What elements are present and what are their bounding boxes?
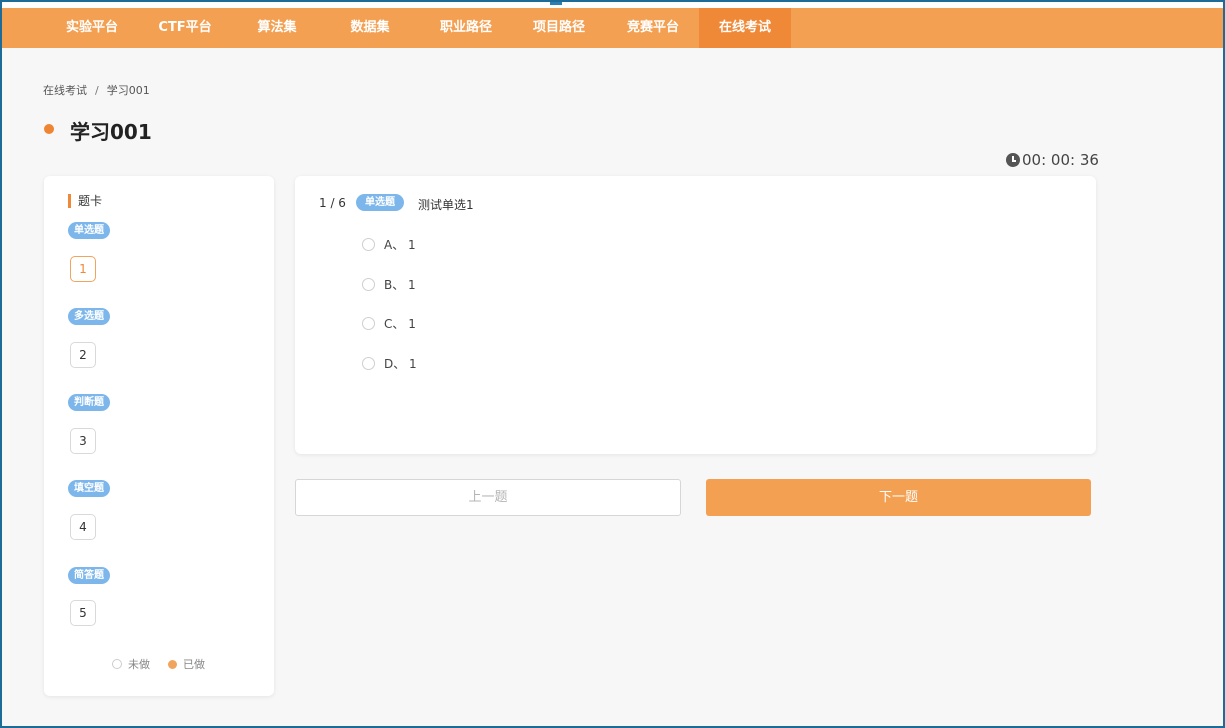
option-label: D、 1 [384,357,417,371]
top-strip-accent [550,2,562,5]
nav-item-competition[interactable]: 竞赛平台 [615,8,691,48]
type-badge-multiple-choice: 多选题 [68,308,110,325]
question-number-4[interactable]: 4 [70,514,96,540]
answer-card-legend: 未做 已做 [112,656,205,672]
nav-item-project-path[interactable]: 项目路径 [521,8,597,48]
exam-timer: 00: 00: 36 [1006,151,1099,169]
question-number-1[interactable]: 1 [70,256,96,282]
next-question-button[interactable]: 下一题 [706,479,1091,516]
breadcrumb: 在线考试 / 学习001 [43,82,150,98]
undone-dot-icon [112,659,122,669]
question-number-5[interactable]: 5 [70,600,96,626]
option-d[interactable]: D、 1 [362,355,417,372]
question-panel: 1 / 6 单选题 测试单选1 A、 1 B、 1 C、 1 D、 1 [295,176,1096,454]
previous-question-button[interactable]: 上一题 [295,479,681,516]
option-label: A、 1 [384,238,416,252]
option-c[interactable]: C、 1 [362,315,416,332]
question-number-2[interactable]: 2 [70,342,96,368]
type-badge-short-answer: 简答题 [68,567,110,584]
question-number-3[interactable]: 3 [70,428,96,454]
breadcrumb-parent[interactable]: 在线考试 [43,84,87,97]
breadcrumb-current: 学习001 [106,84,150,97]
option-label: B、 1 [384,278,416,292]
radio-button[interactable] [362,278,375,291]
legend-done-label: 已做 [183,658,205,671]
legend-undone-label: 未做 [128,658,150,671]
nav-item-online-exam[interactable]: 在线考试 [699,8,791,48]
question-type-badge: 单选题 [356,194,404,211]
answer-card-panel: 题卡 单选题 1 多选题 2 判断题 3 填空题 4 简答题 5 未做 已做 [44,176,274,696]
breadcrumb-separator: / [95,84,99,97]
nav-item-ctf[interactable]: CTF平台 [149,8,221,48]
nav-item-datasets[interactable]: 数据集 [340,8,400,48]
app-frame: 实验平台 CTF平台 算法集 数据集 职业路径 项目路径 竞赛平台 在线考试 在… [0,0,1225,728]
clock-icon [1006,153,1020,167]
timer-value: 00: 00: 36 [1022,151,1099,169]
option-label: C、 1 [384,317,416,331]
radio-button[interactable] [362,317,375,330]
type-badge-fill-blank: 填空题 [68,480,110,497]
nav-item-algorithms[interactable]: 算法集 [247,8,307,48]
option-b[interactable]: B、 1 [362,276,416,293]
radio-button[interactable] [362,238,375,251]
type-badge-true-false: 判断题 [68,394,110,411]
nav-item-lab[interactable]: 实验平台 [57,8,127,48]
question-progress: 1 / 6 [319,196,346,210]
radio-button[interactable] [362,357,375,370]
page-title: 学习001 [70,120,152,144]
type-badge-single-choice: 单选题 [68,222,110,239]
title-dot-icon [44,124,54,134]
nav-item-career-path[interactable]: 职业路径 [428,8,504,48]
question-text: 测试单选1 [418,198,474,212]
answer-card-title: 题卡 [68,194,102,208]
top-navbar: 实验平台 CTF平台 算法集 数据集 职业路径 项目路径 竞赛平台 在线考试 [2,8,1223,48]
done-dot-icon [168,659,177,669]
option-a[interactable]: A、 1 [362,236,416,253]
